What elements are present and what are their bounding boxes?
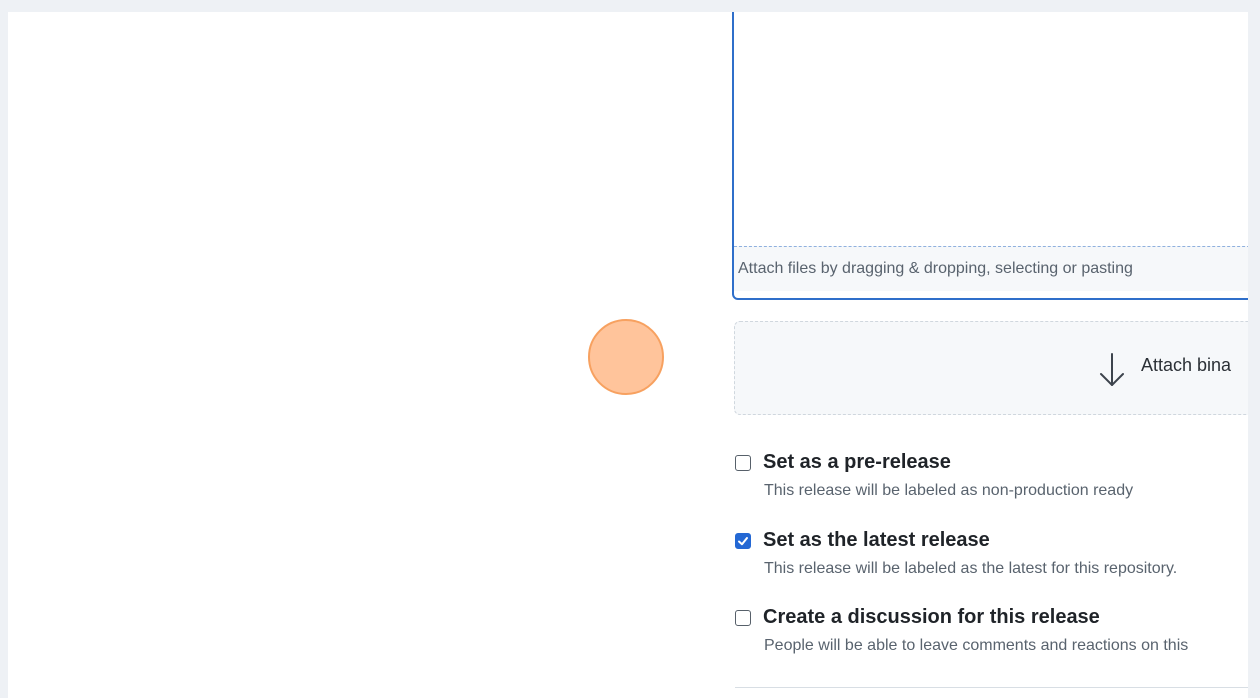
attach-binaries-dropzone[interactable]: Attach bina	[734, 321, 1248, 415]
discussion-checkbox[interactable]	[735, 610, 751, 626]
prerelease-description: This release will be labeled as non-prod…	[764, 482, 1134, 499]
release-notes-editor[interactable]: Attach files by dragging & dropping, sel…	[732, 12, 1248, 300]
attach-binaries-label: Attach bina	[1141, 355, 1232, 375]
attach-files-hint[interactable]: Attach files by dragging & dropping, sel…	[734, 246, 1248, 291]
latest-release-checkbox[interactable]	[735, 533, 751, 549]
prerelease-checkbox[interactable]	[735, 455, 751, 471]
prerelease-title[interactable]: Set as a pre-release	[763, 451, 951, 474]
latest-release-title[interactable]: Set as the latest release	[763, 529, 990, 552]
latest-release-description: This release will be labeled as the late…	[764, 560, 1178, 577]
click-indicator	[588, 319, 664, 395]
discussion-title[interactable]: Create a discussion for this release	[763, 606, 1100, 629]
release-notes-textarea[interactable]	[734, 12, 1248, 248]
arrow-down-icon	[1100, 353, 1124, 386]
page-frame: Attach files by dragging & dropping, sel…	[8, 12, 1248, 698]
checkmark-icon	[738, 537, 748, 546]
discussion-description: People will be able to leave comments an…	[764, 637, 1189, 654]
section-divider	[735, 687, 1248, 688]
